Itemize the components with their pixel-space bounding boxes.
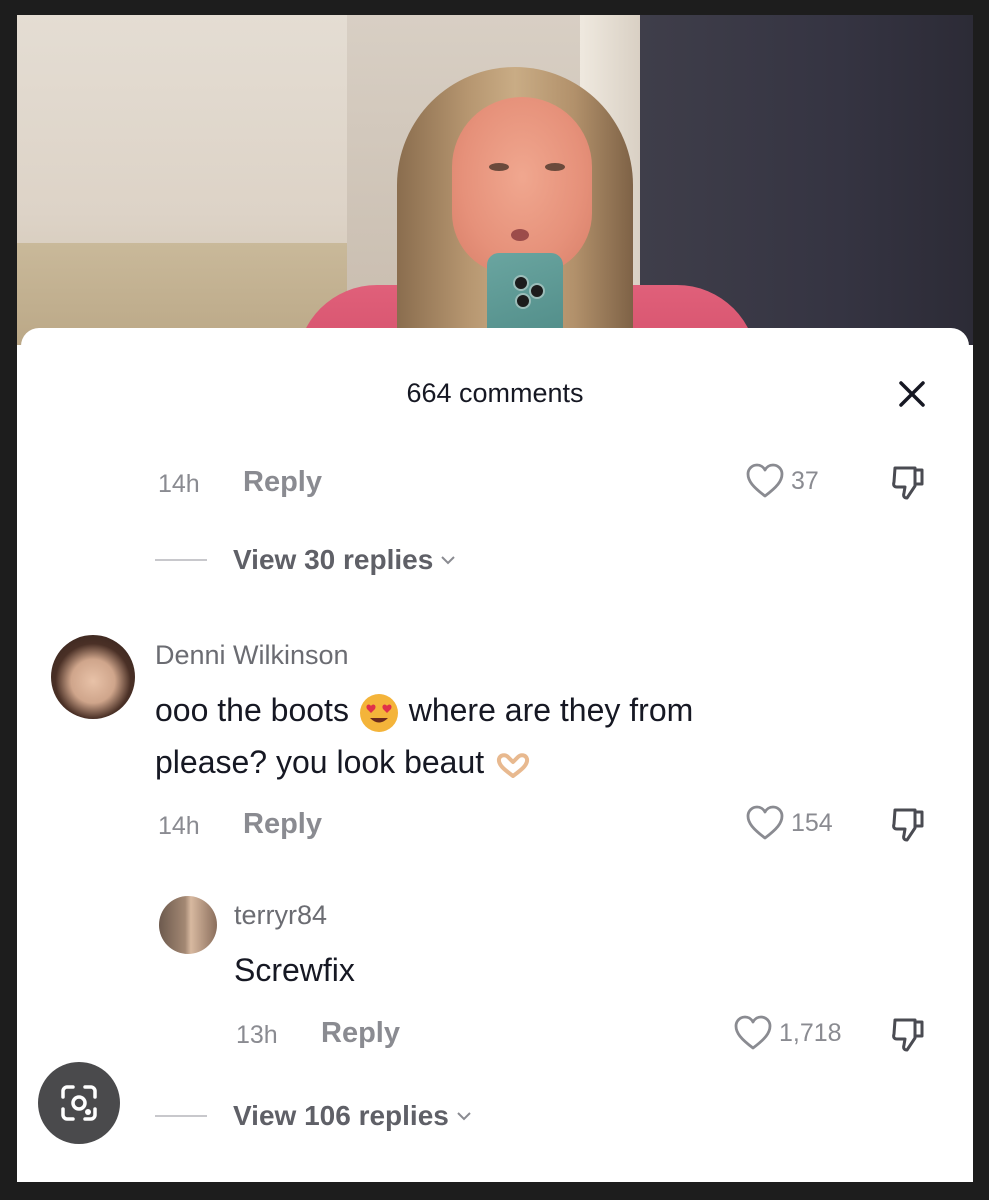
comments-sheet: 664 comments 14h Reply 37 View 30 replie…: [21, 328, 969, 1182]
thread-divider-line: [155, 1115, 207, 1117]
google-lens-icon: [61, 1085, 97, 1121]
like-count: 1,718: [779, 1018, 842, 1047]
avatar[interactable]: [159, 896, 217, 954]
comments-count-title: 664 comments: [406, 378, 584, 408]
comment-timestamp: 14h: [158, 470, 200, 498]
video-person-mouth: [511, 229, 529, 241]
heart-eyes-emoji-icon: [359, 693, 398, 732]
view-replies-label: View 30 replies: [233, 544, 434, 575]
video-person-eye: [545, 163, 565, 171]
view-replies-toggle[interactable]: View 30 replies: [155, 544, 457, 576]
reply-username[interactable]: terryr84: [234, 900, 327, 931]
like-button[interactable]: 37: [745, 462, 819, 500]
view-replies-toggle[interactable]: View 106 replies: [155, 1100, 473, 1132]
video-person-face: [452, 97, 592, 275]
comment-timestamp: 14h: [158, 812, 200, 840]
heart-outline-icon: [746, 805, 784, 840]
heart-outline-icon: [734, 1015, 772, 1050]
like-button[interactable]: 1,718: [733, 1014, 842, 1052]
screenshot-frame: 664 comments 14h Reply 37 View 30 replie…: [17, 15, 973, 1182]
close-icon[interactable]: [894, 376, 930, 412]
phone-lens: [515, 293, 531, 309]
like-button[interactable]: 154: [745, 804, 833, 842]
reply-button[interactable]: Reply: [243, 808, 322, 841]
like-count: 37: [791, 466, 819, 495]
view-replies-label: View 106 replies: [233, 1100, 449, 1131]
thumbs-down-icon[interactable]: [889, 1014, 929, 1054]
comment-text-part: ooo the boots: [155, 692, 349, 728]
reply-button[interactable]: Reply: [243, 466, 322, 499]
reply-timestamp: 13h: [236, 1021, 278, 1049]
reply-button[interactable]: Reply: [321, 1017, 400, 1050]
thread-divider-line: [155, 559, 207, 561]
like-count: 154: [791, 808, 833, 837]
heart-hands-emoji-icon: [497, 752, 530, 778]
phone-lens: [529, 283, 545, 299]
comment-text-part: please? you look beaut: [155, 744, 485, 780]
comment-text: ooo the boots where are they from please…: [155, 684, 935, 788]
reply-text: Screwfix: [234, 952, 355, 988]
comment-text-part: where are they from: [408, 692, 694, 728]
phone-lens: [513, 275, 529, 291]
video-player[interactable]: [17, 15, 973, 345]
google-lens-button[interactable]: [38, 1062, 120, 1144]
video-person-eye: [489, 163, 509, 171]
chevron-down-icon: [457, 1112, 471, 1121]
thumbs-down-icon[interactable]: [889, 804, 929, 844]
thumbs-down-icon[interactable]: [889, 462, 929, 502]
avatar[interactable]: [51, 635, 135, 719]
chevron-down-icon: [441, 556, 455, 565]
heart-outline-icon: [746, 463, 784, 498]
comment-username[interactable]: Denni Wilkinson: [155, 640, 349, 671]
